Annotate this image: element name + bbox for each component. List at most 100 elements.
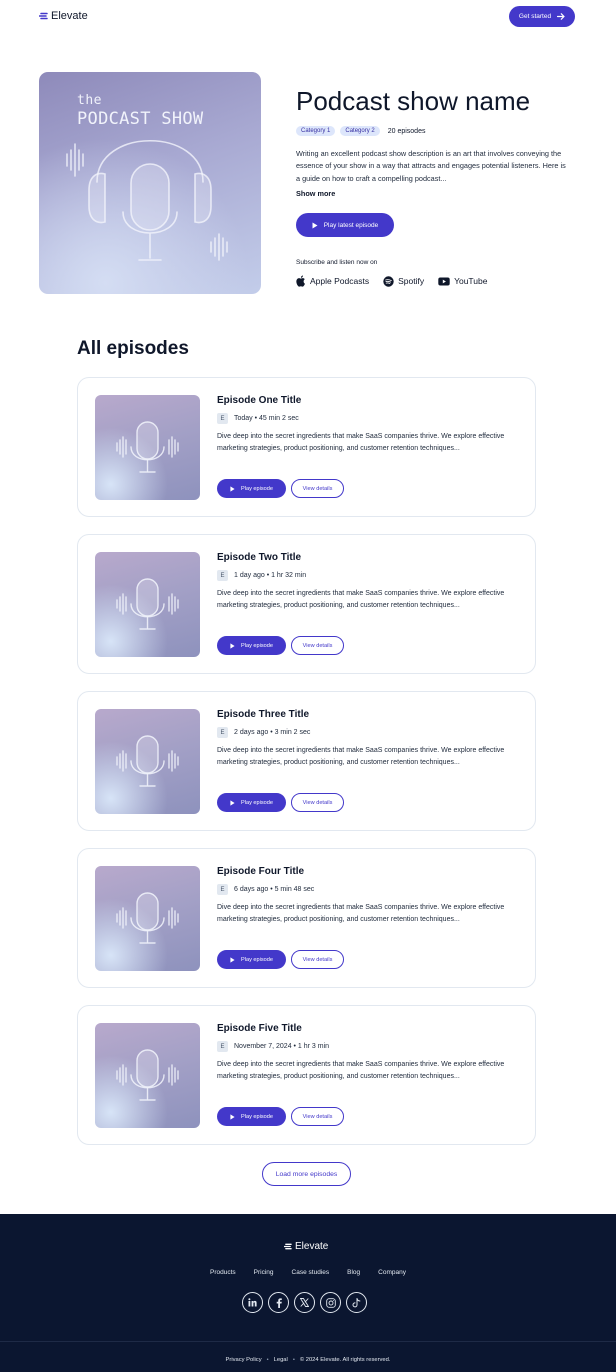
episode-description: Dive deep into the secret ingredients th… [217,747,505,767]
episode-title[interactable]: Episode Two Title [217,552,301,563]
episode-title[interactable]: Episode Four Title [217,866,304,877]
podcast-cover-art: the PODCAST SHOW [39,72,261,294]
play-icon [312,222,318,228]
explicit-badge: E [217,413,228,424]
episode-thumbnail[interactable] [95,1023,200,1128]
tiktok-link[interactable] [346,1292,367,1313]
episode-thumbnail[interactable] [95,552,200,657]
microphone-icon [116,735,179,787]
play-episode-label: Play episode [240,485,274,492]
get-started-label: Get started [518,13,552,20]
tag-category-1[interactable]: Category 1 [296,126,336,136]
youtube-icon [438,277,450,285]
explicit-badge: E [217,727,228,738]
episode-card[interactable]: Episode One Title E Today • 45 min 2 sec Di… [77,377,536,517]
view-details-button[interactable]: View details [291,950,344,969]
play-episode-label: Play episode [240,642,274,649]
episode-thumbnail[interactable] [95,395,200,500]
episode-meta: E 2 days ago • 3 min 2 sec [217,727,310,738]
play-episode-button[interactable]: Play episode [217,793,286,812]
episode-date-duration: 2 days ago • 3 min 2 sec [234,729,311,736]
play-icon [230,956,235,963]
show-more-link[interactable]: Show more [296,189,335,198]
episode-title[interactable]: Episode One Title [217,395,301,406]
x-icon [300,1298,309,1307]
logo-mark-icon [284,1243,292,1250]
privacy-policy-link[interactable]: Privacy Policy [226,1357,262,1363]
explicit-badge: E [217,884,228,895]
episode-description: Dive deep into the secret ingredients th… [217,433,505,453]
footer-link-company[interactable]: Company [378,1269,406,1276]
apple-icon [296,275,305,287]
play-icon [230,642,235,649]
episode-card[interactable]: Episode Five Title E November 7, 2024 • 1 … [77,1005,536,1145]
platform-apple-podcasts[interactable]: Apple Podcasts [296,275,369,287]
separator-dot: • [292,1357,295,1363]
play-episode-button[interactable]: Play episode [217,479,286,498]
play-episode-button[interactable]: Play episode [217,950,286,969]
episode-title[interactable]: Episode Five Title [217,1023,302,1034]
episode-card[interactable]: Episode Three Title E 2 days ago • 3 min 2… [77,691,536,831]
platform-youtube[interactable]: YouTube [438,276,487,286]
view-details-button[interactable]: View details [291,636,344,655]
episode-count: 20 episodes [387,127,426,135]
load-more-button[interactable]: Load more episodes [262,1162,351,1186]
play-icon [230,1113,235,1120]
microphone-icon [116,892,179,944]
episode-description: Dive deep into the secret ingredients th… [217,1061,505,1081]
episode-date-duration: 1 day ago • 1 hr 32 min [234,572,307,579]
footer-link-pricing[interactable]: Pricing [254,1269,274,1276]
footer-link-case-studies[interactable]: Case studies [292,1269,330,1276]
get-started-button[interactable]: Get started [509,6,575,27]
explicit-badge: E [217,1041,228,1052]
view-details-button[interactable]: View details [291,479,344,498]
platform-youtube-label: YouTube [454,276,488,286]
footer-link-products[interactable]: Products [210,1269,236,1276]
x-link[interactable] [294,1292,315,1313]
view-details-button[interactable]: View details [291,793,344,812]
spotify-icon [383,275,394,287]
brand-name: Elevate [51,10,88,22]
legal-link[interactable]: Legal [274,1357,288,1363]
tiktok-icon [352,1297,361,1307]
explicit-badge: E [217,570,228,581]
microphone-icon [116,578,179,630]
platform-spotify[interactable]: Spotify [383,275,424,287]
tag-category-2[interactable]: Category 2 [340,126,380,136]
episode-thumbnail[interactable] [95,866,200,971]
episode-meta: E Today • 45 min 2 sec [217,413,299,424]
facebook-icon [276,1297,282,1308]
platform-apple-label: Apple Podcasts [310,276,370,286]
play-episode-label: Play episode [240,956,274,963]
episode-title[interactable]: Episode Three Title [217,709,309,720]
play-icon [230,485,235,492]
footer-nav: Products Pricing Case studies Blog Compa… [0,1269,616,1276]
play-latest-episode-button[interactable]: Play latest episode [296,213,394,237]
footer-brand-logo[interactable]: Elevate [284,1241,328,1252]
play-episode-label: Play episode [240,1113,274,1120]
linkedin-link[interactable] [242,1292,263,1313]
cover-title: PODCAST SHOW [77,109,204,129]
play-episode-button[interactable]: Play episode [217,636,286,655]
footer-brand-name: Elevate [295,1241,329,1252]
episode-date-duration: 6 days ago • 5 min 48 sec [234,886,315,893]
view-details-button[interactable]: View details [291,1107,344,1126]
social-links [242,1292,367,1313]
footer-divider [0,1341,616,1342]
site-header: Elevate Get started [0,0,616,34]
footer-link-blog[interactable]: Blog [347,1269,360,1276]
show-tags: Category 1 Category 2 20 episodes [296,126,425,136]
show-description: Writing an excellent podcast show descri… [296,149,566,183]
play-latest-label: Play latest episode [323,221,379,229]
brand-logo[interactable]: Elevate [39,10,88,22]
episode-description: Dive deep into the secret ingredients th… [217,904,505,924]
episode-thumbnail[interactable] [95,709,200,814]
instagram-link[interactable] [320,1292,341,1313]
microphone-icon [116,421,179,473]
headphones-microphone-illustration [66,140,228,261]
episode-card[interactable]: Episode Two Title E 1 day ago • 1 hr 32 mi… [77,534,536,674]
play-episode-button[interactable]: Play episode [217,1107,286,1126]
episode-card[interactable]: Episode Four Title E 6 days ago • 5 min 48… [77,848,536,988]
facebook-link[interactable] [268,1292,289,1313]
logo-mark-icon [39,12,48,20]
